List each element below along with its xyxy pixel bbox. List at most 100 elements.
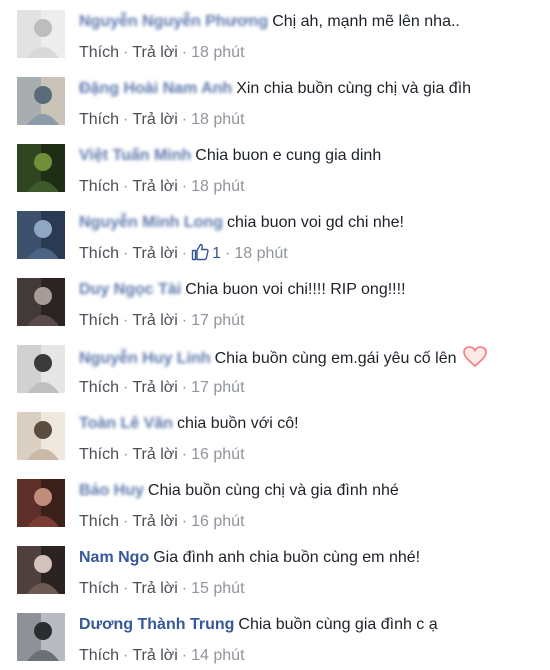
comment-actions: Thích · Trả lời · 17 phút bbox=[79, 377, 245, 399]
avatar[interactable] bbox=[17, 345, 65, 393]
like-count[interactable]: 1 bbox=[191, 243, 221, 262]
comment-timestamp[interactable]: 16 phút bbox=[191, 513, 244, 530]
comment-author[interactable]: Duy Ngọc Tài bbox=[79, 279, 181, 301]
separator-dot: · bbox=[123, 446, 129, 463]
comment-body: Dương Thành Trung Chia buồn cùng gia đình… bbox=[79, 614, 438, 636]
like-link[interactable]: Thích bbox=[79, 379, 119, 396]
separator-dot: · bbox=[181, 446, 188, 463]
comment-timestamp[interactable]: 16 phút bbox=[191, 446, 244, 463]
reply-link[interactable]: Trả lời bbox=[132, 111, 177, 128]
comment-actions: Thích · Trả lời · 18 phút bbox=[79, 176, 245, 198]
comment-body: Bảo Huy Chia buồn cùng chị và gia đình nh… bbox=[79, 480, 399, 502]
like-link[interactable]: Thích bbox=[79, 446, 119, 463]
comment-item: Việt Tuấn Minh Chia buon e cung gia dinh T… bbox=[0, 134, 550, 201]
like-link[interactable]: Thích bbox=[79, 111, 119, 128]
reply-link[interactable]: Trả lời bbox=[132, 580, 177, 597]
comment-actions: Thích · Trả lời · 18 phút bbox=[79, 109, 245, 131]
avatar[interactable] bbox=[17, 278, 65, 326]
reply-link[interactable]: Trả lời bbox=[132, 44, 177, 61]
separator-dot: · bbox=[123, 513, 129, 530]
avatar[interactable] bbox=[17, 144, 65, 192]
comment-body: Toàn Lê Văn chia buồn với cô! bbox=[79, 413, 299, 435]
comment-item: Nguyễn Huy Linh Chia buồn cùng em.gái yêu… bbox=[0, 335, 550, 402]
comment-actions: Thích · Trả lời · 1 · 18 phút bbox=[79, 243, 288, 265]
comment-author[interactable]: Nam Ngo bbox=[79, 549, 149, 566]
avatar[interactable] bbox=[17, 546, 65, 594]
separator-dot: · bbox=[181, 111, 188, 128]
comment-author[interactable]: Nguyễn Minh Long bbox=[79, 212, 223, 234]
separator-dot: · bbox=[181, 245, 188, 262]
comment-item: Dương Thành Trung Chia buồn cùng gia đình… bbox=[0, 603, 550, 670]
reply-link[interactable]: Trả lời bbox=[132, 245, 177, 262]
like-link[interactable]: Thích bbox=[79, 178, 119, 195]
comment-body: Duy Ngọc Tài Chia buon voi chi!!!! RIP on… bbox=[79, 279, 406, 301]
comment-item: Đặng Hoài Nam Anh Xin chia buồn cùng chị … bbox=[0, 67, 550, 134]
separator-dot: · bbox=[123, 647, 129, 664]
comment-actions: Thích · Trả lời · 16 phút bbox=[79, 511, 245, 533]
comment-author[interactable]: Việt Tuấn Minh bbox=[79, 145, 191, 167]
comment-author[interactable]: Nguyễn Nguyễn Phương bbox=[79, 11, 268, 33]
comment-body: Việt Tuấn Minh Chia buon e cung gia dinh bbox=[79, 145, 381, 167]
reply-link[interactable]: Trả lời bbox=[132, 312, 177, 329]
heart-icon bbox=[462, 346, 487, 375]
separator-dot: · bbox=[181, 312, 188, 329]
separator-dot: · bbox=[123, 245, 129, 262]
comment-timestamp[interactable]: 18 phút bbox=[191, 111, 244, 128]
comment-author[interactable]: Nguyễn Huy Linh bbox=[79, 348, 211, 370]
separator-dot: · bbox=[123, 580, 129, 597]
like-link[interactable]: Thích bbox=[79, 44, 119, 61]
comment-actions: Thích · Trả lời · 18 phút bbox=[79, 42, 245, 64]
separator-dot: · bbox=[181, 178, 188, 195]
comment-text: Chia buồn cùng em.gái yêu cố lên bbox=[214, 350, 457, 367]
reply-link[interactable]: Trả lời bbox=[132, 513, 177, 530]
reply-link[interactable]: Trả lời bbox=[132, 647, 177, 664]
like-link[interactable]: Thích bbox=[79, 245, 119, 262]
comment-item: Duy Ngọc Tài Chia buon voi chi!!!! RIP on… bbox=[0, 268, 550, 335]
comment-timestamp[interactable]: 17 phút bbox=[191, 312, 244, 329]
comment-body: Nguyễn Nguyễn Phương Chị ah, mạnh mẽ lên … bbox=[79, 11, 460, 33]
comment-actions: Thích · Trả lời · 14 phút bbox=[79, 645, 245, 667]
reply-link[interactable]: Trả lời bbox=[132, 446, 177, 463]
avatar[interactable] bbox=[17, 211, 65, 259]
comment-text: Xin chia buồn cùng chị và gia đìh bbox=[236, 80, 472, 97]
comment-timestamp[interactable]: 15 phút bbox=[191, 580, 244, 597]
comment-author[interactable]: Bảo Huy bbox=[79, 480, 144, 502]
like-link[interactable]: Thích bbox=[79, 312, 119, 329]
separator-dot: · bbox=[123, 379, 129, 396]
like-link[interactable]: Thích bbox=[79, 580, 119, 597]
separator-dot: · bbox=[225, 245, 231, 262]
comment-text: Chia buồn cùng chị và gia đình nhé bbox=[147, 482, 399, 499]
comment-text: chia buon voi gd chi nhe! bbox=[226, 214, 404, 231]
avatar[interactable] bbox=[17, 479, 65, 527]
reply-link[interactable]: Trả lời bbox=[132, 178, 177, 195]
comment-body: Nam Ngo Gia đình anh chia buồn cùng em nh… bbox=[79, 547, 420, 569]
comment-text: Chia buồn cùng gia đình c ạ bbox=[238, 616, 438, 633]
comment-text: chia buồn với cô! bbox=[176, 415, 299, 432]
comment-text: Chị ah, mạnh mẽ lên nha.. bbox=[272, 13, 460, 30]
comment-timestamp[interactable]: 14 phút bbox=[191, 647, 244, 664]
reply-link[interactable]: Trả lời bbox=[132, 379, 177, 396]
like-link[interactable]: Thích bbox=[79, 513, 119, 530]
comment-actions: Thích · Trả lời · 16 phút bbox=[79, 444, 245, 466]
comment-item: Toàn Lê Văn chia buồn với cô! Thích · Trả lờ… bbox=[0, 402, 550, 469]
avatar[interactable] bbox=[17, 412, 65, 460]
comment-author[interactable]: Đặng Hoài Nam Anh bbox=[79, 78, 232, 100]
comment-author[interactable]: Dương Thành Trung bbox=[79, 616, 234, 633]
comment-timestamp[interactable]: 17 phút bbox=[191, 379, 244, 396]
comment-item: Nguyễn Nguyễn Phương Chị ah, mạnh mẽ lên … bbox=[0, 0, 550, 67]
avatar[interactable] bbox=[17, 10, 65, 58]
avatar[interactable] bbox=[17, 613, 65, 661]
separator-dot: · bbox=[181, 513, 188, 530]
comment-timestamp[interactable]: 18 phút bbox=[191, 178, 244, 195]
comment-timestamp[interactable]: 18 phút bbox=[234, 245, 287, 262]
comment-body: Nguyễn Huy Linh Chia buồn cùng em.gái yêu… bbox=[79, 346, 487, 368]
avatar[interactable] bbox=[17, 77, 65, 125]
separator-dot: · bbox=[123, 178, 129, 195]
comment-body: Đặng Hoài Nam Anh Xin chia buồn cùng chị … bbox=[79, 78, 471, 100]
comment-author[interactable]: Toàn Lê Văn bbox=[79, 413, 173, 435]
thumbs-up-icon bbox=[191, 243, 209, 268]
separator-dot: · bbox=[123, 44, 129, 61]
separator-dot: · bbox=[181, 580, 188, 597]
comment-timestamp[interactable]: 18 phút bbox=[191, 44, 244, 61]
like-link[interactable]: Thích bbox=[79, 647, 119, 664]
